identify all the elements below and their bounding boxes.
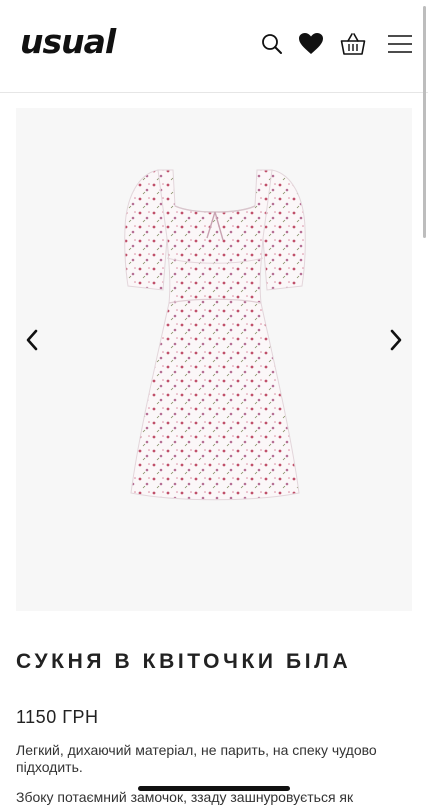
chevron-right-icon xyxy=(389,329,403,356)
search-icon[interactable] xyxy=(258,30,286,58)
brand-logo[interactable]: usual xyxy=(20,22,116,61)
next-image-button[interactable] xyxy=(382,328,410,356)
product-description-more: Збоку потаємний замочок, ззаду зашнурову… xyxy=(16,789,354,805)
scrollbar[interactable] xyxy=(423,6,426,238)
basket-icon[interactable] xyxy=(339,30,367,58)
home-indicator[interactable] xyxy=(138,786,290,791)
product-image-dress xyxy=(124,169,306,501)
site-header: usual xyxy=(0,0,428,93)
chevron-left-icon xyxy=(25,329,39,356)
prev-image-button[interactable] xyxy=(18,328,46,356)
product-gallery[interactable] xyxy=(16,108,412,611)
heart-icon[interactable] xyxy=(297,30,325,58)
product-price: 1150 ГРН xyxy=(16,707,99,727)
product-description: Легкий, дихаючий матеріал, не парить, на… xyxy=(16,742,377,775)
hamburger-menu-icon[interactable] xyxy=(386,30,414,58)
product-title: СУКНЯ В КВІТОЧКИ БІЛА xyxy=(16,650,352,673)
